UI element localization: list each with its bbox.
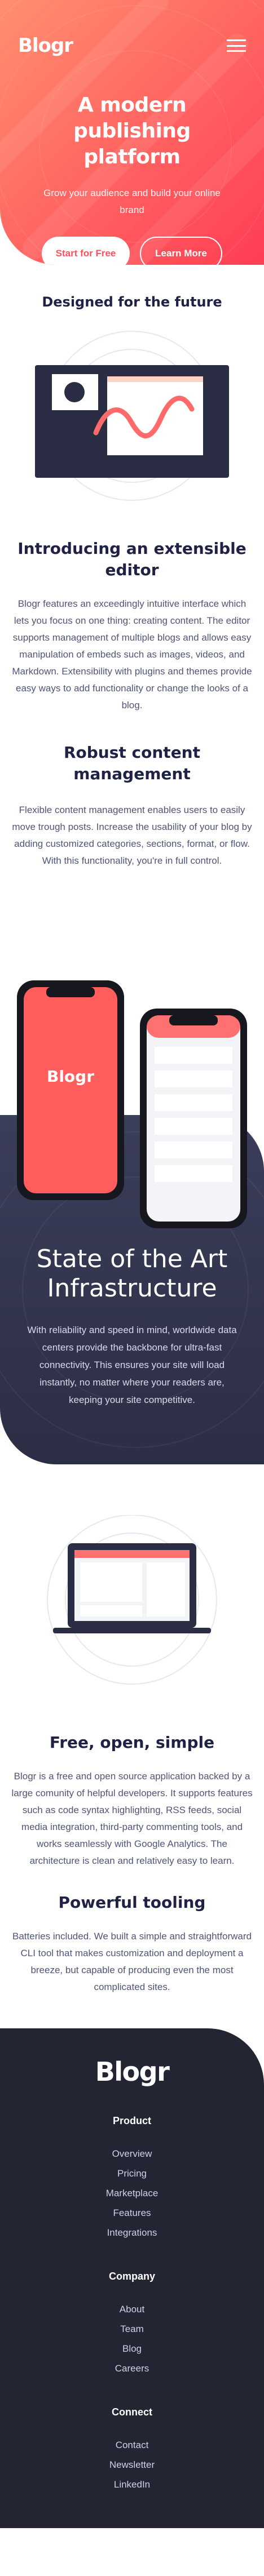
- footer-link-features[interactable]: Features: [0, 2203, 264, 2223]
- footer-link-blog[interactable]: Blog: [0, 2339, 264, 2359]
- intro-editor-text: Blogr features an exceedingly intuitive …: [12, 598, 252, 710]
- robust-content-title: Robust content management: [63, 743, 201, 783]
- footer-link-contact[interactable]: Contact: [0, 2435, 264, 2455]
- intro-editor-title: Introducing an extensible editor: [17, 539, 247, 579]
- footer-link-pricing[interactable]: Pricing: [0, 2164, 264, 2183]
- hero-subtitle: Grow your audience and build your online…: [43, 188, 221, 215]
- free-open-simple-text: Blogr is a free and open source applicat…: [11, 1771, 253, 1866]
- footer-column-product: Product Overview Pricing Marketplace Fea…: [0, 2115, 264, 2242]
- page: Blogr A modern publishing platform Grow …: [0, 0, 264, 2528]
- top-nav: Blogr: [0, 0, 264, 62]
- learn-more-button[interactable]: Learn More: [140, 237, 222, 265]
- brand-logo[interactable]: Blogr: [18, 34, 73, 57]
- editor-illustration: [35, 331, 229, 501]
- footer-column-connect: Connect Contact Newsletter LinkedIn: [0, 2406, 264, 2494]
- free-open-simple-title: Free, open, simple: [49, 1733, 215, 1752]
- footer-logo[interactable]: Blogr: [0, 2057, 264, 2087]
- footer-heading: Product: [112, 2115, 151, 2126]
- footer: Blogr Product Overview Pricing Marketpla…: [0, 2028, 264, 2528]
- hero-section: Blogr A modern publishing platform Grow …: [0, 0, 264, 265]
- footer-link-newsletter[interactable]: Newsletter: [0, 2455, 264, 2475]
- hero-title: A modern publishing platform: [73, 94, 191, 168]
- laptop-illustration: [47, 1514, 217, 1685]
- hamburger-menu-icon[interactable]: [227, 39, 246, 52]
- footer-link-overview[interactable]: Overview: [0, 2144, 264, 2164]
- footer-link-team[interactable]: Team: [0, 2319, 264, 2339]
- footer-link-careers[interactable]: Careers: [0, 2359, 264, 2378]
- footer-link-linkedin[interactable]: LinkedIn: [0, 2475, 264, 2494]
- footer-column-company: Company About Team Blog Careers: [0, 2271, 264, 2378]
- footer-link-integrations[interactable]: Integrations: [0, 2223, 264, 2242]
- footer-heading: Connect: [112, 2406, 152, 2418]
- infrastructure-text: With reliability and speed in mind, worl…: [27, 1325, 237, 1405]
- designed-section-title: Designed for the future: [42, 294, 222, 310]
- phones-illustration: Blogr: [17, 980, 247, 1228]
- footer-heading: Company: [108, 2271, 155, 2282]
- phone-screen-logo: Blogr: [47, 1067, 94, 1086]
- powerful-tooling-title: Powerful tooling: [58, 1893, 206, 1912]
- start-free-button[interactable]: Start for Free: [42, 237, 130, 265]
- hero-buttons: Start for Free Learn More: [0, 237, 264, 265]
- robust-content-text: Flexible content management enables user…: [12, 805, 252, 866]
- footer-link-marketplace[interactable]: Marketplace: [0, 2183, 264, 2203]
- footer-link-about[interactable]: About: [0, 2299, 264, 2319]
- powerful-tooling-text: Batteries included. We built a simple an…: [12, 1931, 252, 1992]
